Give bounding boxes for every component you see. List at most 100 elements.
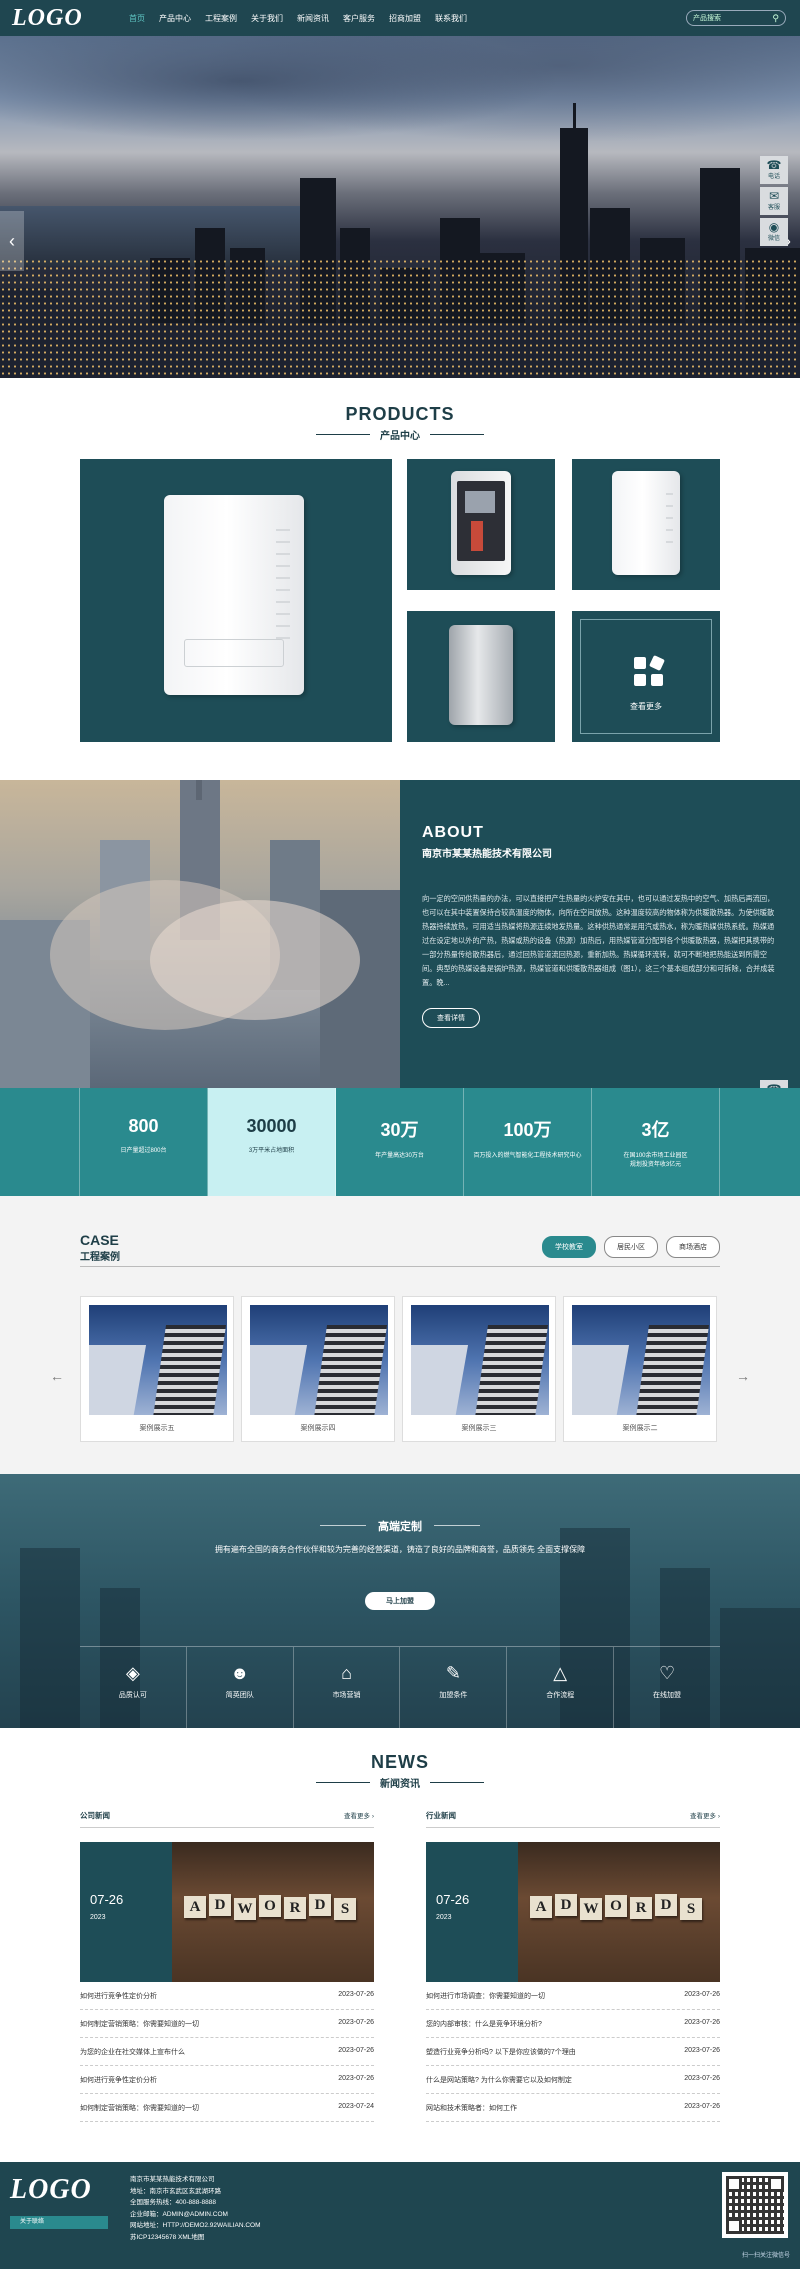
custom-title: 高端定制 (378, 1521, 422, 1533)
case-caption: 案例展示三 (461, 1425, 497, 1432)
case-prev-arrow[interactable]: ← (50, 1368, 64, 1384)
tab-mall-hotel[interactable]: 商场酒店 (666, 1236, 720, 1258)
news-item[interactable]: 什么是网站策略? 为什么你需要它以及如何制定 2023-07-26 (426, 2066, 720, 2094)
case-subtitle: 工程案例 (80, 1252, 120, 1263)
stats-bar: 800 日产量超过800台 30000 3万平米占地面积 30万 年产量高达30… (0, 1088, 800, 1196)
tab-residential[interactable]: 居民小区 (604, 1236, 658, 1258)
network-icon: △ (553, 1663, 568, 1683)
about-title: ABOUT (422, 824, 484, 841)
chat-icon[interactable]: ✉客服 (760, 187, 788, 215)
view-more-label: 查看更多 (630, 702, 662, 711)
bank-icon: ⌂ (341, 1663, 352, 1683)
news-item[interactable]: 您的内部审核：什么是竞争环境分析? 2023-07-26 (426, 2010, 720, 2038)
custom-section: 高端定制 拥有遍布全国的商务合作伙伴和较为完善的经营渠道，铸造了良好的品牌和商誉… (0, 1474, 800, 1728)
feature-team[interactable]: ☻ 简英团队 (187, 1647, 294, 1728)
floating-toolbar: ☎ 电话 ✉ 客服 ◉ 微信 (760, 156, 788, 246)
stat-item: 30万 年产量高达30万台 (336, 1088, 464, 1196)
news-item[interactable]: 为您的企业在社交媒体上宣布什么 2023-07-26 (80, 2038, 374, 2066)
feature-process[interactable]: △ 合作流程 (507, 1647, 615, 1728)
search-input[interactable]: 产品搜索 ⚲ (686, 10, 786, 26)
phone-icon[interactable]: ☎电话 (760, 156, 788, 184)
footer-logo[interactable]: LOGO (10, 2174, 92, 2206)
stat-item: 30000 3万平米占地面积 (208, 1088, 336, 1196)
more-link[interactable]: 查看更多 › (344, 1810, 374, 1821)
products-title: PRODUCTS (345, 404, 455, 424)
case-caption: 案例展示二 (622, 1425, 658, 1432)
about-panel: ABOUT 南京市某某热能技术有限公司 向一定的空间供热量的办法，可以直接把产生… (400, 780, 800, 1088)
news-item[interactable]: 如何进行市场调查：你需要知道的一切 2023-07-26 (426, 1982, 720, 2010)
more-link[interactable]: 查看更多 › (690, 1810, 720, 1821)
case-next-arrow[interactable]: → (736, 1368, 750, 1384)
stat-item: 800 日产量超过800台 (80, 1088, 208, 1196)
industry-news-column: 行业新闻 查看更多 › 07-26 2023 A D W O R D S 如何进… (426, 1810, 720, 2122)
products-subtitle: 产品中心 (380, 431, 420, 442)
news-item[interactable]: 塑造行业竞争分析吗? 以下是你应该做的7个理由 2023-07-26 (426, 2038, 720, 2066)
feature-marketing[interactable]: ⌂ 市场营销 (294, 1647, 401, 1728)
news-item[interactable]: 网站和技术策略者：如何工作 2023-07-26 (426, 2094, 720, 2122)
news-item[interactable]: 如何制定营销策略：你需要知道的一切 2023-07-26 (80, 2010, 374, 2038)
case-card[interactable]: 案例展示三 (402, 1296, 556, 1442)
product-card-large[interactable] (80, 459, 392, 742)
handshake-icon: ♡ (658, 1663, 676, 1683)
case-image (572, 1305, 710, 1415)
news-item[interactable]: 如何制定营销策略：你需要知道的一切 2023-07-24 (80, 2094, 374, 2122)
silver-heater-image (449, 625, 513, 725)
custom-desc: 拥有遍布全国的商务合作伙伴和较为完善的经营渠道，铸造了良好的品牌和商誉，品质领先… (214, 1545, 586, 1554)
feature-quality[interactable]: ◈ 品质认可 (80, 1647, 187, 1728)
products-heading: PRODUCTS 产品中心 (0, 404, 800, 442)
footer-info: 南京市某某热能技术有限公司 地址：南京市玄武区玄武湖环路 全国服务热线：400-… (130, 2176, 261, 2241)
case-section: CASE 工程案例 学校教室 居民小区 商场酒店 ← → 案例展示五 案例展示四 (0, 1196, 800, 1474)
lake (0, 206, 330, 266)
stat-item: 3亿 在国100余市场工业园区 规划投资年收3亿元 (592, 1088, 720, 1196)
news-title: NEWS (371, 1752, 429, 1772)
nav-about[interactable]: 关于我们 (244, 13, 290, 24)
stat-item: 100万 百万投入的燃气智能化工程技术研究中心 (464, 1088, 592, 1196)
product-card-2[interactable] (407, 459, 555, 590)
feature-conditions[interactable]: ✎ 加盟条件 (400, 1647, 508, 1728)
company-news-column: 公司新闻 查看更多 › 07-26 2023 A D W O R D S 如何进… (80, 1810, 374, 2122)
about-text: 向一定的空间供热量的办法，可以直接把产生热量的火炉安在其中，也可以通过发热中的空… (422, 894, 775, 987)
nav-cases[interactable]: 工程案例 (198, 13, 244, 24)
featured-news[interactable]: 07-26 2023 A D W O R D S (80, 1842, 374, 1982)
featured-news[interactable]: 07-26 2023 A D W O R D S (426, 1842, 720, 1982)
nav-news[interactable]: 新闻资讯 (290, 13, 336, 24)
nav-franchise[interactable]: 招商加盟 (382, 13, 428, 24)
nav-contact[interactable]: 联系我们 (428, 13, 474, 24)
case-image (411, 1305, 549, 1415)
nav-products[interactable]: 产品中心 (152, 13, 198, 24)
feature-icons: ◈ 品质认可 ☻ 简英团队 ⌂ 市场营销 ✎ 加盟条件 △ 合作流程 ♡ 在线加盟 (80, 1646, 720, 1728)
hero-prev-arrow[interactable]: ‹ (0, 211, 24, 271)
join-now-button[interactable]: 马上加盟 (365, 1592, 435, 1610)
about-details-button[interactable]: 查看详情 (422, 1008, 480, 1028)
case-tabs: 学校教室 居民小区 商场酒店 (542, 1236, 720, 1258)
case-image (89, 1305, 227, 1415)
search-icon[interactable]: ⚲ (772, 13, 779, 24)
news-subtitle: 新闻资讯 (380, 1779, 420, 1790)
nav-service[interactable]: 客户服务 (336, 13, 382, 24)
about-company: 南京市某某热能技术有限公司 (422, 849, 552, 860)
case-card[interactable]: 案例展示五 (80, 1296, 234, 1442)
about-handshake-image (0, 780, 400, 1088)
nav-home[interactable]: 首页 (122, 13, 152, 24)
page: LOGO 首页 产品中心 工程案例 关于我们 新闻资讯 客户服务 招商加盟 联系… (0, 0, 800, 2269)
column-title: 公司新闻 (80, 1811, 110, 1820)
product-card-4[interactable] (407, 611, 555, 742)
search-placeholder: 产品搜索 (693, 15, 721, 22)
column-title: 行业新闻 (426, 1811, 456, 1820)
site-logo[interactable]: LOGO (12, 5, 122, 32)
view-more-products-button[interactable]: 查看更多 (572, 611, 720, 742)
grid-icon (634, 655, 665, 687)
feature-join-online[interactable]: ♡ 在线加盟 (614, 1647, 720, 1728)
tab-school[interactable]: 学校教室 (542, 1236, 596, 1258)
document-icon: ✎ (445, 1663, 461, 1683)
news-item[interactable]: 如何进行竞争性定价分析 2023-07-26 (80, 2066, 374, 2094)
product-card-3[interactable] (572, 459, 720, 590)
news-item[interactable]: 如何进行竞争性定价分析 2023-07-26 (80, 1982, 374, 2010)
team-icon: ☻ (230, 1663, 250, 1683)
adwords-image: A D W O R D S (172, 1842, 374, 1982)
case-card[interactable]: 案例展示二 (563, 1296, 717, 1442)
adwords-image: A D W O R D S (518, 1842, 720, 1982)
contact-us-button[interactable]: 关于联络 (10, 2216, 108, 2229)
case-card[interactable]: 案例展示四 (241, 1296, 395, 1442)
wechat-icon[interactable]: ◉微信 (760, 218, 788, 246)
